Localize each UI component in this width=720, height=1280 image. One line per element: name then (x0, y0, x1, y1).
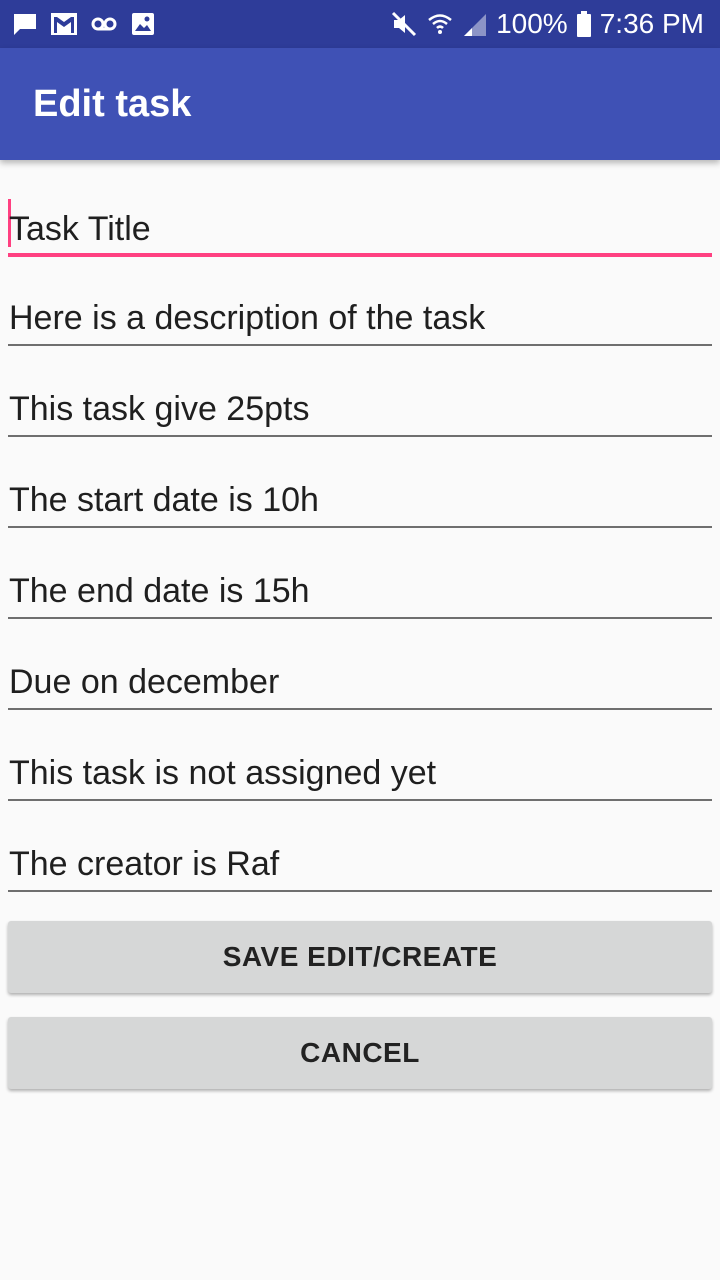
task-description-value: Here is a description of the task (9, 299, 486, 337)
notification-icons (12, 10, 156, 38)
clock: 7:36 PM (599, 8, 704, 39)
system-status: 100% 7:36 PM (390, 6, 704, 42)
task-end-date-field[interactable]: The end date is 15h (8, 559, 712, 619)
battery-icon (576, 11, 591, 37)
task-points-value: This task give 25pts (9, 390, 310, 428)
task-due-value: Due on december (9, 663, 280, 701)
field-underline (8, 526, 712, 528)
field-underline (8, 799, 712, 801)
field-underline (8, 617, 712, 619)
task-due-field[interactable]: Due on december (8, 650, 712, 710)
task-assignee-field[interactable]: This task is not assigned yet (8, 741, 712, 801)
page-title: Edit task (33, 83, 192, 125)
task-start-date-field[interactable]: The start date is 10h (8, 468, 712, 528)
task-points-field[interactable]: This task give 25pts (8, 377, 712, 437)
task-title-value: Task Title (9, 210, 151, 248)
cancel-button[interactable]: CANCEL (8, 1017, 712, 1089)
task-title-field[interactable]: Task Title (8, 197, 712, 257)
signal-icon (464, 14, 487, 36)
task-start-date-value: The start date is 10h (9, 481, 319, 519)
gmail-icon (51, 13, 77, 35)
task-end-date-value: The end date is 15h (9, 572, 310, 610)
image-icon (132, 13, 154, 35)
field-underline (8, 435, 712, 437)
field-underline (8, 890, 712, 892)
status-bar: 100% 7:36 PM (0, 0, 720, 48)
field-underline (8, 708, 712, 710)
app-bar: Edit task (0, 48, 720, 160)
task-creator-value: The creator is Raf (9, 845, 280, 883)
task-description-field[interactable]: Here is a description of the task (8, 286, 712, 346)
voicemail-icon (91, 17, 117, 31)
mute-icon (392, 11, 417, 37)
task-assignee-value: This task is not assigned yet (9, 754, 437, 792)
wifi-icon (428, 14, 452, 34)
message-icon (14, 14, 36, 35)
battery-percent: 100% (496, 8, 568, 39)
field-underline (8, 344, 712, 346)
task-creator-field[interactable]: The creator is Raf (8, 832, 712, 892)
save-button[interactable]: SAVE EDIT/CREATE (8, 921, 712, 993)
field-underline (8, 253, 712, 257)
